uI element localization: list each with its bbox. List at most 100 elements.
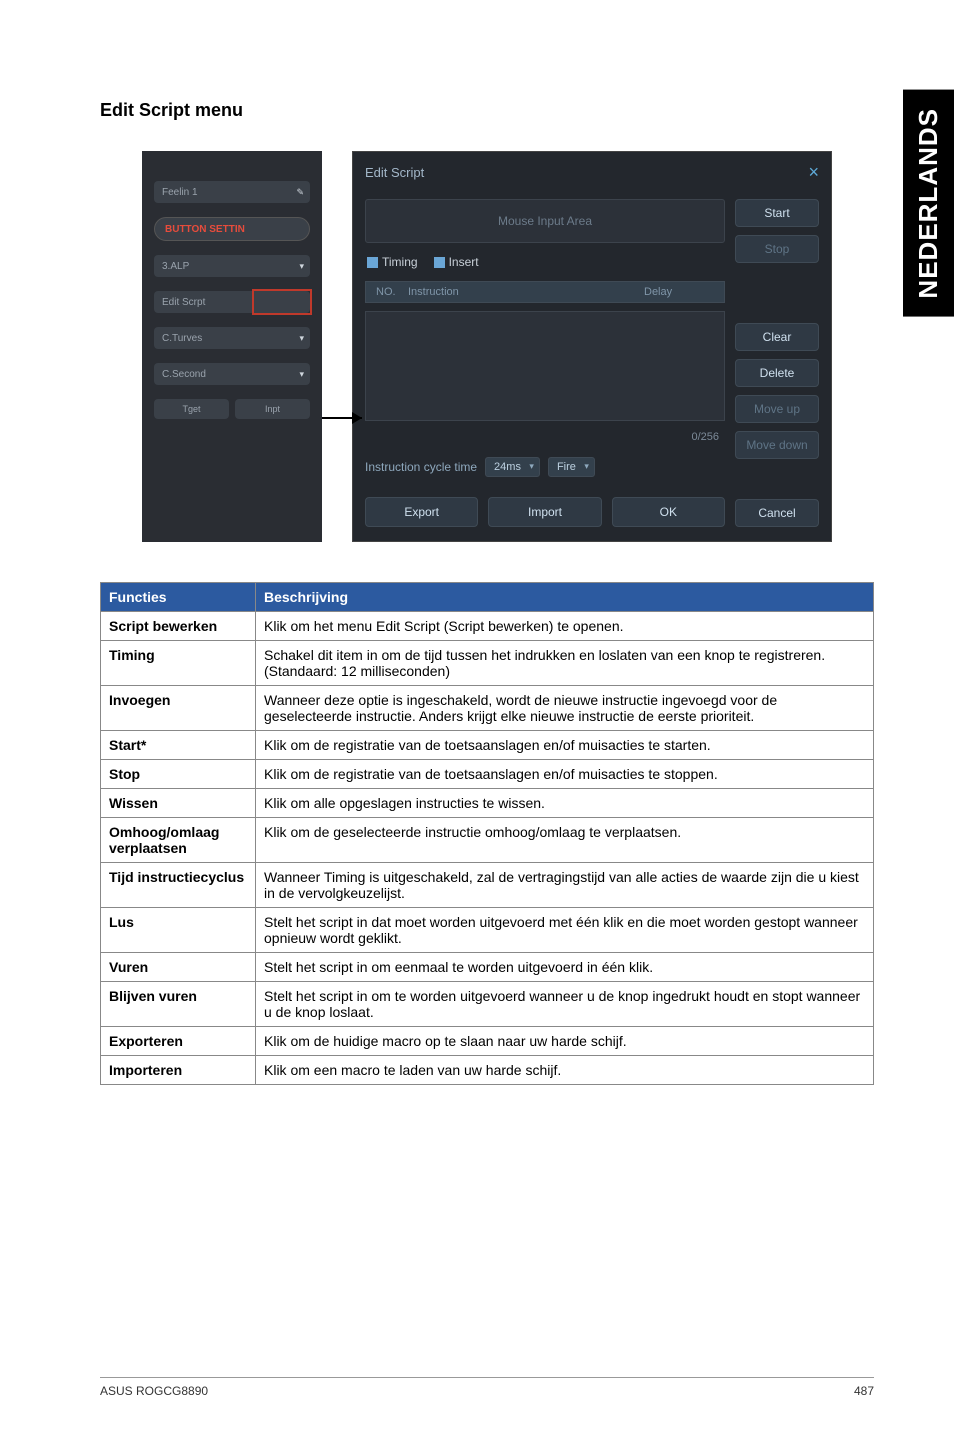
table-cell-description: Wanneer Timing is uitgeschakeld, zal de …	[256, 863, 874, 908]
dialog-title: Edit Script	[365, 165, 424, 180]
tab-timing-label: Timing	[382, 255, 418, 269]
page-footer: ASUS ROGCG8890 487	[100, 1377, 874, 1398]
settings-pill-3-label: 3.ALP	[162, 261, 189, 272]
footer-page-number: 487	[854, 1384, 874, 1398]
table-cell-description: Stelt het script in om eenmaal te worden…	[256, 953, 874, 982]
export-button[interactable]: Export	[365, 497, 478, 527]
table-row: ExporterenKlik om de huidige macro op te…	[101, 1027, 874, 1056]
table-cell-function: Blijven vuren	[101, 982, 256, 1027]
tab-insert[interactable]: Insert	[434, 255, 479, 269]
table-row: WissenKlik om alle opgeslagen instructie…	[101, 789, 874, 818]
chevron-down-icon: ▾	[299, 369, 304, 380]
table-cell-function: Start*	[101, 731, 256, 760]
cycle-time-label: Instruction cycle time	[365, 460, 477, 474]
table-row: Tijd instructiecyclusWanneer Timing is u…	[101, 863, 874, 908]
edit-script-pill[interactable]: Edit Scrpt	[154, 291, 310, 313]
table-cell-function: Invoegen	[101, 686, 256, 731]
page: Edit Script menu Feelin 1 ✎ BUTTON SETTI…	[0, 0, 954, 1438]
table-cell-description: Klik om het menu Edit Script (Script bew…	[256, 612, 874, 641]
table-row: TimingSchakel dit item in om de tijd tus…	[101, 641, 874, 686]
table-cell-description: Stelt het script in om te worden uitgevo…	[256, 982, 874, 1027]
dialog-side-buttons: Start Stop Clear Delete Move up Move dow…	[735, 199, 819, 527]
table-cell-description: Klik om de registratie van de toetsaansl…	[256, 731, 874, 760]
table-cell-description: Schakel dit item in om de tijd tussen he…	[256, 641, 874, 686]
target-button[interactable]: Tget	[154, 399, 229, 419]
table-header-functies: Functies	[101, 583, 256, 612]
screenshot-figure: Feelin 1 ✎ BUTTON SETTIN 3.ALP ▾ Edit Sc…	[100, 151, 874, 542]
table-cell-function: Wissen	[101, 789, 256, 818]
table-cell-function: Stop	[101, 760, 256, 789]
edit-script-dialog: Edit Script × Mouse Input Area Timing In…	[352, 151, 832, 542]
instruction-list-header: NO. Instruction Delay	[365, 281, 725, 303]
table-cell-description: Klik om de geselecteerde instructie omho…	[256, 818, 874, 863]
mouse-input-area[interactable]: Mouse Input Area	[365, 199, 725, 243]
profile-pill[interactable]: Feelin 1 ✎	[154, 181, 310, 203]
button-settings-brand[interactable]: BUTTON SETTIN	[154, 217, 310, 241]
table-row: InvoegenWanneer deze optie is ingeschake…	[101, 686, 874, 731]
table-cell-function: Tijd instructiecyclus	[101, 863, 256, 908]
ok-button[interactable]: OK	[612, 497, 725, 527]
table-row: Omhoog/omlaag verplaatsenKlik om de gese…	[101, 818, 874, 863]
tab-row: Timing Insert	[365, 251, 725, 273]
fire-mode-select[interactable]: Fire	[548, 457, 595, 477]
table-cell-function: Timing	[101, 641, 256, 686]
functions-table: Functies Beschrijving Script bewerkenKli…	[100, 582, 874, 1085]
delete-button[interactable]: Delete	[735, 359, 819, 387]
settings-pill-5[interactable]: C.Turves ▾	[154, 327, 310, 349]
col-instruction: Instruction	[408, 286, 644, 298]
table-cell-function: Script bewerken	[101, 612, 256, 641]
caret-icon: ✎	[296, 187, 304, 198]
table-cell-description: Klik om alle opgeslagen instructies te w…	[256, 789, 874, 818]
table-cell-description: Klik om de huidige macro op te slaan naa…	[256, 1027, 874, 1056]
footer-product: ASUS ROGCG8890	[100, 1384, 208, 1398]
table-cell-description: Klik om de registratie van de toetsaansl…	[256, 760, 874, 789]
instruction-list[interactable]	[365, 311, 725, 421]
settings-left-panel: Feelin 1 ✎ BUTTON SETTIN 3.ALP ▾ Edit Sc…	[142, 151, 322, 542]
checkbox-icon	[434, 257, 445, 268]
checkbox-icon	[367, 257, 378, 268]
chevron-down-icon: ▾	[299, 333, 304, 344]
table-header-beschrijving: Beschrijving	[256, 583, 874, 612]
import-button[interactable]: Import	[488, 497, 601, 527]
table-row: LusStelt het script in dat moet worden u…	[101, 908, 874, 953]
tab-insert-label: Insert	[449, 255, 479, 269]
settings-pill-6[interactable]: C.Second ▾	[154, 363, 310, 385]
close-icon[interactable]: ×	[808, 162, 819, 183]
instruction-counter: 0/256	[691, 431, 719, 443]
clear-button[interactable]: Clear	[735, 323, 819, 351]
spacer	[735, 271, 819, 315]
table-cell-description: Wanneer deze optie is ingeschakeld, word…	[256, 686, 874, 731]
table-cell-function: Lus	[101, 908, 256, 953]
edit-script-pill-label: Edit Scrpt	[162, 297, 205, 308]
brand-label: BUTTON SETTIN	[165, 224, 245, 235]
table-row: ImporterenKlik om een macro te laden van…	[101, 1056, 874, 1085]
cancel-button[interactable]: Cancel	[735, 499, 819, 527]
settings-pill-5-label: C.Turves	[162, 333, 202, 344]
table-cell-description: Stelt het script in dat moet worden uitg…	[256, 908, 874, 953]
col-delay: Delay	[644, 286, 724, 298]
table-cell-description: Klik om een macro te laden van uw harde …	[256, 1056, 874, 1085]
table-row: VurenStelt het script in om eenmaal te w…	[101, 953, 874, 982]
chevron-down-icon: ▾	[299, 261, 304, 272]
tab-timing[interactable]: Timing	[367, 255, 418, 269]
stop-button[interactable]: Stop	[735, 235, 819, 263]
settings-pill-3[interactable]: 3.ALP ▾	[154, 255, 310, 277]
table-row: Start*Klik om de registratie van de toet…	[101, 731, 874, 760]
table-cell-function: Omhoog/omlaag verplaatsen	[101, 818, 256, 863]
col-no: NO.	[366, 286, 408, 298]
table-row: Blijven vurenStelt het script in om te w…	[101, 982, 874, 1027]
section-heading: Edit Script menu	[100, 100, 874, 121]
table-row: Script bewerkenKlik om het menu Edit Scr…	[101, 612, 874, 641]
start-button[interactable]: Start	[735, 199, 819, 227]
input-button[interactable]: Inpt	[235, 399, 310, 419]
table-cell-function: Exporteren	[101, 1027, 256, 1056]
profile-pill-label: Feelin 1	[162, 187, 198, 198]
move-down-button[interactable]: Move down	[735, 431, 819, 459]
table-cell-function: Importeren	[101, 1056, 256, 1085]
spacer	[735, 467, 819, 491]
table-cell-function: Vuren	[101, 953, 256, 982]
move-up-button[interactable]: Move up	[735, 395, 819, 423]
settings-pill-6-label: C.Second	[162, 369, 206, 380]
cycle-time-select[interactable]: 24ms	[485, 457, 540, 477]
table-row: StopKlik om de registratie van de toetsa…	[101, 760, 874, 789]
